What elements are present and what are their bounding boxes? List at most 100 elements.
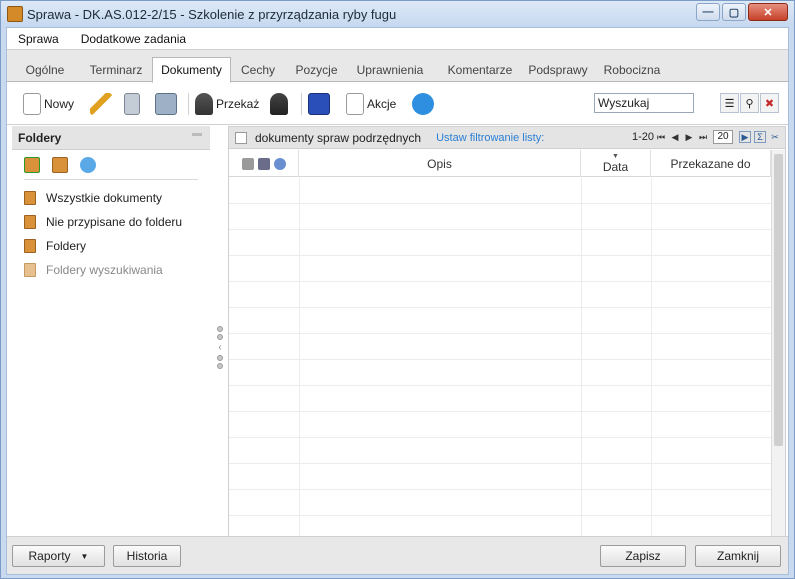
- case-folder-icon: [7, 6, 23, 22]
- window-controls: — ▢ ✕: [694, 3, 788, 21]
- tab-schedule[interactable]: Terminarz: [80, 58, 152, 82]
- search-button[interactable]: ⚲: [740, 93, 759, 113]
- forward-button-label: Przekaż: [216, 97, 260, 111]
- column-description[interactable]: Opis: [299, 150, 581, 177]
- edit-button[interactable]: [90, 91, 112, 117]
- add-folder-icon[interactable]: [24, 156, 40, 173]
- accept-button[interactable]: [270, 91, 288, 117]
- filter-icon[interactable]: [241, 157, 254, 170]
- page-size-input[interactable]: 20: [713, 130, 733, 144]
- tools-icon[interactable]: ✂: [769, 131, 781, 143]
- table-row: [229, 282, 771, 308]
- clear-search-button[interactable]: ✖: [760, 93, 779, 113]
- set-filter-link[interactable]: Ustaw filtrowanie listy:: [436, 132, 544, 144]
- table-row: [229, 178, 771, 204]
- table-row: [229, 256, 771, 282]
- last-page-icon[interactable]: ⏭: [698, 132, 708, 143]
- documents-header: dokumenty spraw podrzędnych Ustaw filtro…: [229, 127, 785, 149]
- search-options-button[interactable]: ☰: [720, 93, 739, 113]
- reports-button[interactable]: Raporty ▼: [12, 545, 105, 567]
- tab-general[interactable]: Ogólne: [12, 58, 78, 82]
- folder-label: Foldery wyszukiwania: [46, 263, 163, 277]
- new-button-label: Nowy: [44, 97, 75, 111]
- documents-grid: [229, 178, 771, 551]
- scrollbar-thumb[interactable]: [774, 154, 783, 446]
- folder-label: Wszystkie dokumenty: [46, 191, 163, 205]
- add-to-folder-button[interactable]: [308, 91, 330, 117]
- column-forwarded-to[interactable]: Przekazane do: [651, 150, 771, 177]
- edit-folder-icon[interactable]: [52, 156, 68, 173]
- window-content: Sprawa Dodatkowe zadania Ogólne Terminar…: [6, 27, 789, 575]
- table-row: [229, 230, 771, 256]
- tab-subcases[interactable]: Podsprawy: [518, 58, 598, 82]
- column-divider: [651, 178, 652, 551]
- page-range: 1-20: [631, 131, 654, 143]
- column-date[interactable]: ▼ Data: [581, 150, 651, 177]
- save-button[interactable]: Zapisz: [600, 545, 686, 567]
- menu-bar: Sprawa Dodatkowe zadania: [7, 28, 788, 50]
- clear-icon: ✖: [764, 97, 775, 110]
- close-button[interactable]: Zamknij: [695, 545, 781, 567]
- table-row: [229, 490, 771, 516]
- go-icon[interactable]: ▶: [739, 131, 751, 143]
- next-page-icon[interactable]: ▶: [684, 132, 694, 143]
- refresh-button[interactable]: [412, 91, 434, 117]
- table-row: [229, 360, 771, 386]
- menu-sprawa[interactable]: Sprawa: [7, 32, 70, 46]
- collapse-panel-icon[interactable]: [192, 133, 202, 136]
- maximize-button[interactable]: ▢: [722, 3, 746, 21]
- tab-documents[interactable]: Dokumenty: [152, 57, 231, 83]
- actions-icon: [346, 93, 364, 115]
- table-row: [229, 204, 771, 230]
- folders-panel-header: Foldery: [12, 126, 210, 150]
- refresh-folders-icon[interactable]: [80, 156, 96, 173]
- menu-additional-tasks[interactable]: Dodatkowe zadania: [70, 32, 197, 46]
- documents-panel: dokumenty spraw podrzędnych Ustaw filtro…: [228, 126, 786, 552]
- attachment-icon[interactable]: [273, 157, 286, 170]
- column-divider: [299, 178, 300, 551]
- folder-icon: [24, 263, 36, 277]
- collapse-left-icon[interactable]: ‹: [215, 342, 225, 353]
- add-item-icon: [308, 93, 330, 115]
- printer-icon: [155, 93, 177, 115]
- folder-label: Foldery: [46, 239, 87, 253]
- first-page-icon[interactable]: ⏮: [656, 132, 666, 143]
- tab-permissions[interactable]: Uprawnienia: [348, 58, 432, 82]
- document-type-icon[interactable]: [257, 157, 270, 170]
- column-divider: [581, 178, 582, 551]
- column-date-label: Data: [602, 159, 629, 174]
- tab-features[interactable]: Cechy: [235, 58, 281, 82]
- search-input[interactable]: [594, 93, 694, 113]
- delete-button[interactable]: [124, 91, 140, 117]
- reports-button-label: Raporty: [28, 549, 71, 563]
- subcase-documents-label: dokumenty spraw podrzędnych: [255, 130, 422, 145]
- tab-items[interactable]: Pozycje: [288, 58, 345, 82]
- sum-icon[interactable]: Σ: [754, 131, 766, 143]
- forward-button[interactable]: Przekaż: [195, 91, 259, 117]
- tab-labor[interactable]: Robocizna: [594, 58, 670, 82]
- table-row: [229, 386, 771, 412]
- toolbar-separator: [188, 93, 189, 115]
- prev-page-icon[interactable]: ◀: [670, 132, 680, 143]
- panel-splitter[interactable]: ‹: [215, 324, 225, 384]
- title-bar: Sprawa - DK.AS.012-2/15 - Szkolenie z pr…: [1, 1, 794, 27]
- print-button[interactable]: [155, 91, 177, 117]
- minimize-button[interactable]: —: [696, 3, 720, 21]
- application-window: Sprawa - DK.AS.012-2/15 - Szkolenie z pr…: [0, 0, 795, 579]
- close-window-button[interactable]: ✕: [748, 3, 788, 21]
- table-row: [229, 438, 771, 464]
- actions-button[interactable]: Akcje: [346, 91, 396, 117]
- subcase-documents-checkbox[interactable]: [235, 131, 247, 144]
- new-document-icon: [23, 93, 41, 115]
- checklist-icon: ☰: [724, 97, 735, 110]
- window-title: Sprawa - DK.AS.012-2/15 - Szkolenie z pr…: [27, 6, 397, 22]
- tab-comments[interactable]: Komentarze: [435, 58, 525, 82]
- vertical-scrollbar[interactable]: [771, 150, 785, 552]
- folder-all-documents[interactable]: Wszystkie dokumenty: [12, 186, 210, 210]
- new-document-button[interactable]: Nowy: [23, 91, 74, 117]
- folder-search-folders[interactable]: Foldery wyszukiwania: [12, 258, 210, 282]
- trash-icon: [124, 93, 140, 115]
- folder-unassigned[interactable]: Nie przypisane do folderu: [12, 210, 210, 234]
- folder-folders[interactable]: Foldery: [12, 234, 210, 258]
- history-button[interactable]: Historia: [113, 545, 181, 567]
